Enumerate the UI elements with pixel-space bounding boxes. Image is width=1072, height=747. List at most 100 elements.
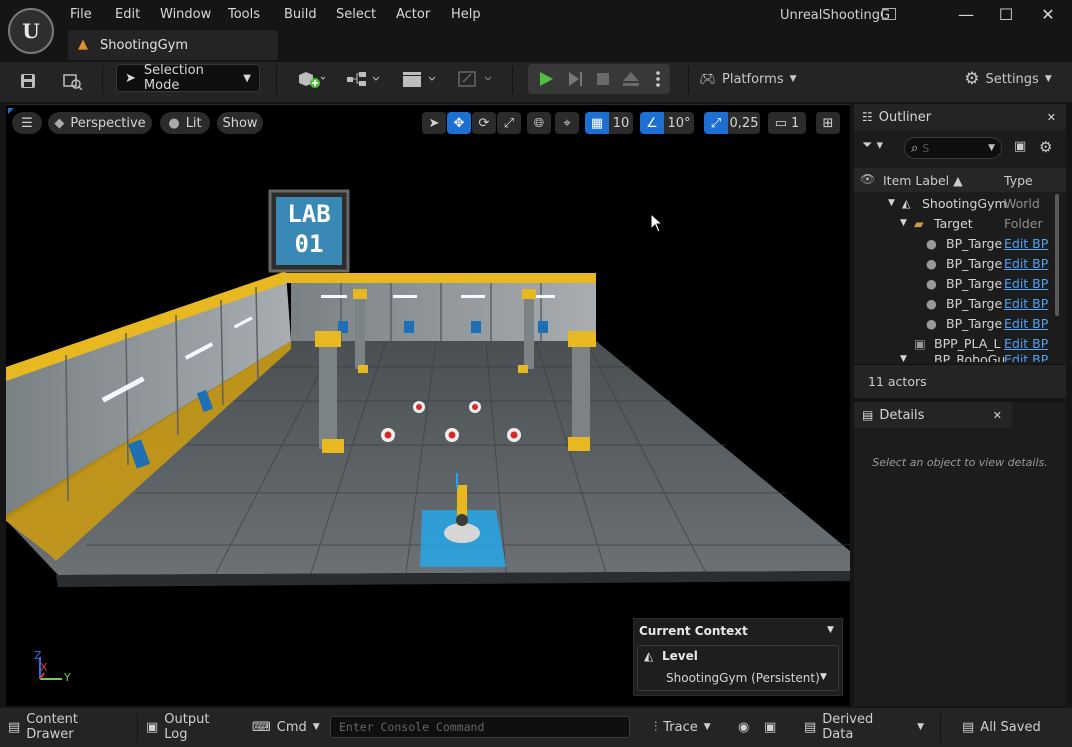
scale-snap-value[interactable]: 0,25	[728, 112, 760, 134]
outliner-row[interactable]: ▼ ◭ ShootingGym World	[854, 193, 1066, 213]
outliner-row[interactable]: ● BP_Targe Edit BP	[854, 293, 1066, 313]
hamburger-icon: ☰	[21, 115, 33, 131]
row-label: BP_Targe	[946, 295, 1003, 311]
gear-icon[interactable]: ⚙	[1039, 138, 1052, 156]
outliner-row[interactable]: ● BP_Targe Edit BP	[854, 253, 1066, 273]
rotate-tool-icon[interactable]: ⟳	[472, 112, 496, 134]
outliner-tab[interactable]: ☷ Outliner ✕	[854, 104, 1066, 130]
close-icon[interactable]: ✕	[993, 409, 1002, 422]
menu-select[interactable]: Select	[336, 6, 376, 24]
outliner-row[interactable]: ▣ BPP_PLA_L Edit BP	[854, 333, 1066, 353]
document-tab[interactable]: ▲ ShootingGym	[68, 30, 278, 60]
chevron-down-icon[interactable]: ▼	[900, 218, 907, 228]
cinematics-button[interactable]	[400, 66, 440, 92]
chevron-down-icon[interactable]: ▼	[900, 354, 907, 362]
filter-dropdown[interactable]: ⏷ ▾	[862, 138, 896, 158]
menu-actor[interactable]: Actor	[396, 6, 430, 24]
close-icon[interactable]: ✕	[1047, 111, 1056, 124]
folder-icon: ▰	[914, 215, 924, 231]
trace-dropdown[interactable]: ⫶ Trace ▼	[654, 712, 726, 742]
layout-icon[interactable]: ⊞	[816, 112, 840, 134]
scale-snap-icon[interactable]: ⤢	[704, 112, 728, 134]
chevron-down-icon: ▼	[243, 72, 251, 84]
level-viewport[interactable]: LAB 01 ☰ ◆ Perspective ● Lit Show ➤ ✥ ⟳ …	[6, 104, 850, 706]
lit-button[interactable]: ● Lit	[160, 112, 210, 134]
record-icon[interactable]: ◉	[738, 712, 758, 742]
show-button[interactable]: Show	[217, 112, 263, 134]
grid-snap-icon[interactable]: ▦	[585, 112, 609, 134]
world-space-icon[interactable]: 🌐︎	[527, 112, 551, 134]
menu-tools[interactable]: Tools	[228, 6, 260, 24]
blueprint-button[interactable]	[344, 66, 384, 92]
sphere-icon: ●	[168, 115, 180, 131]
output-log-label: Output Log	[164, 712, 210, 742]
menu-window[interactable]: Window	[160, 6, 211, 24]
actor-icon: ●	[926, 295, 937, 311]
minimize-button[interactable]: —	[952, 4, 980, 26]
browse-icon[interactable]	[60, 68, 86, 94]
surface-snap-icon[interactable]: ⌖	[555, 112, 579, 134]
outliner-row[interactable]: ▼ ▰ Target Folder	[854, 213, 1066, 233]
derived-data-dropdown[interactable]: ▤ Derived Data ▼	[804, 712, 924, 742]
unreal-logo-icon[interactable]: U	[8, 8, 54, 54]
logo-letter: U	[22, 19, 40, 43]
grid-snap-value[interactable]: 10	[609, 112, 633, 134]
outliner-row[interactable]: ● BP_Targe Edit BP	[854, 313, 1066, 333]
outliner-row[interactable]: ● BP_Targe Edit BP	[854, 233, 1066, 253]
add-actor-button[interactable]	[290, 66, 330, 92]
menu-build[interactable]: Build	[284, 6, 317, 24]
translate-tool-icon[interactable]: ✥	[447, 112, 471, 134]
chevron-down-icon[interactable]: ▼	[888, 198, 895, 208]
edit-bp-link[interactable]: Edit BP	[1004, 336, 1064, 351]
more-options-icon[interactable]	[650, 66, 666, 92]
search-placeholder: S	[922, 141, 930, 155]
selection-mode-label: Selection Mode	[143, 63, 204, 93]
skip-icon[interactable]	[563, 66, 587, 92]
outliner-scrollbar[interactable]	[1055, 194, 1059, 316]
visibility-icon[interactable]: 👁︎	[860, 172, 875, 186]
actor-icon: ●	[926, 275, 937, 291]
settings-dropdown[interactable]: ⚙ Settings ▼	[962, 66, 1054, 92]
add-folder-icon[interactable]: ▣	[1014, 139, 1026, 154]
viewport-menu-button[interactable]: ☰	[12, 112, 42, 134]
rotation-snap-icon[interactable]: ∠	[640, 112, 664, 134]
edit-bp-link[interactable]: Edit BP	[1004, 316, 1064, 331]
mouse-cursor-icon	[650, 213, 664, 233]
platforms-dropdown[interactable]: 🎮︎ Platforms ▼	[699, 66, 796, 92]
selection-mode-dropdown[interactable]: ➤ Selection Mode ▼	[116, 63, 260, 93]
eject-icon[interactable]	[620, 66, 642, 92]
edit-bp-link[interactable]: Edit BP	[1004, 353, 1064, 362]
derived-data-label: Derived Data	[822, 712, 874, 742]
terminal-icon: ⌨︎	[252, 719, 271, 735]
camera-speed-button[interactable]: ▭ 1	[768, 112, 806, 134]
rotation-snap-value[interactable]: 10°	[664, 112, 694, 134]
maximize-button[interactable]: ☐	[992, 4, 1020, 26]
close-window-button[interactable]: ✕	[1034, 4, 1062, 26]
outliner-search-input[interactable]: ⌕ S ▼	[904, 137, 1002, 159]
menu-edit[interactable]: Edit	[115, 6, 140, 24]
level-context-box[interactable]: ◭ Level ShootingGym (Persistent) ▼	[637, 645, 839, 691]
scale-tool-icon[interactable]: ⤢	[497, 112, 521, 134]
details-tab[interactable]: ▤ Details ✕	[854, 402, 1012, 428]
save-status-button[interactable]: ▤ All Saved	[962, 712, 1044, 742]
play-icon[interactable]	[534, 66, 558, 92]
row-label: BP_Targe	[946, 235, 1003, 251]
menu-file[interactable]: File	[70, 6, 92, 24]
content-drawer-button[interactable]: ▤ Content Drawer	[8, 712, 128, 742]
cmd-dropdown[interactable]: ⌨︎ Cmd ▼	[252, 712, 322, 742]
select-tool-icon[interactable]: ➤	[422, 112, 446, 134]
perspective-button[interactable]: ◆ Perspective	[48, 112, 152, 134]
sign-line-1: LAB	[287, 200, 331, 228]
outliner-row-partial[interactable]: ▼ BP_RoboGu Edit BP	[854, 353, 1066, 362]
type-column[interactable]: Type	[1004, 173, 1033, 188]
console-command-input[interactable]: Enter Console Command	[330, 716, 630, 738]
menu-help[interactable]: Help	[451, 6, 481, 24]
stop-icon[interactable]	[592, 66, 614, 92]
outliner-row[interactable]: ● BP_Targe Edit BP	[854, 273, 1066, 293]
screenshot-icon[interactable]: ▣	[764, 712, 784, 742]
save-icon[interactable]	[16, 68, 40, 94]
chevron-down-icon[interactable]: ▼	[827, 625, 834, 635]
item-label-column[interactable]: Item Label ▲	[883, 173, 963, 188]
output-log-button[interactable]: ▣ Output Log	[146, 712, 236, 742]
modes-button[interactable]	[456, 66, 496, 92]
